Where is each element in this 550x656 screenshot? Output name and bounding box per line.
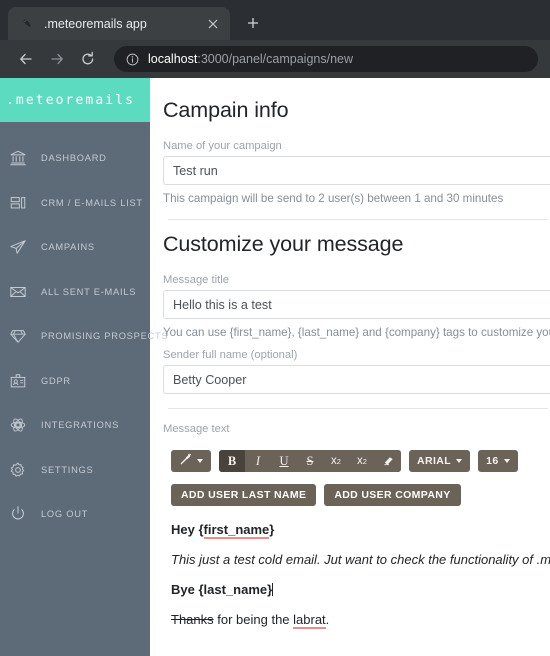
font-family-dropdown[interactable]: ARIAL [409,450,471,472]
chevron-down-icon [503,459,510,463]
sidebar-item-settings[interactable]: SETTINGS [0,448,150,493]
url-text: localhost:3000/panel/campaigns/new [148,52,353,66]
reload-icon[interactable] [74,45,102,73]
section-divider [168,219,548,220]
sidebar-item-integrations[interactable]: INTEGRATIONS [0,403,150,448]
sidebar-item-label: INTEGRATIONS [41,420,120,431]
italic-button[interactable]: I [245,450,271,472]
superscript-exp: 2 [336,456,341,466]
sidebar-item-campains[interactable]: CAMPAINS [0,225,150,270]
browser-navbar: localhost:3000/panel/campaigns/new [0,40,550,78]
chevron-down-icon [456,459,463,463]
strikethrough-button[interactable]: S [297,450,323,472]
editor-toolbar: B I U S x2 x2 ARIAL 16 [171,450,550,472]
url-host: localhost [148,52,198,66]
rocket-icon [20,16,35,31]
app-viewport: .meteoremails DASHBOARD CRM / E-MAILS LI… [0,78,550,656]
campaign-name-input[interactable]: Test run [163,156,550,185]
sender-name-label: Sender full name (optional) [163,349,298,361]
greeting-prefix: Hey { [171,522,204,537]
sidebar-item-label: DASHBOARD [41,153,107,164]
format-button-group: B I U S x2 x2 [219,450,401,472]
sidebar-item-all-sent-emails[interactable]: ALL SENT E-MAILS [0,270,150,315]
envelope-icon [5,281,31,303]
sidebar-item-gdpr[interactable]: GDPR [0,359,150,404]
sidebar-item-dashboard[interactable]: DASHBOARD [0,136,150,181]
body-line-signoff: Bye {last_name} [171,582,550,597]
sidebar-item-label: GDPR [41,375,71,386]
message-body[interactable]: Hey {first_name} This just a test cold e… [171,522,550,629]
rich-text-editor: B I U S x2 x2 ARIAL 16 ADD USER LAST NAM… [163,450,550,629]
browser-tabstrip: .meteoremails app [0,0,550,40]
body-line-thanks: Thanks for being the labrat. [171,612,550,629]
bank-icon [5,147,31,169]
sidebar-item-log-out[interactable]: LOG OUT [0,492,150,537]
message-title-input[interactable]: Hello this is a test [163,290,550,319]
main-content: Campain info Name of your campaign Test … [150,78,550,656]
thanks-end: . [325,612,330,627]
browser-window: .meteoremails app localhost:3000/panel/c… [0,0,550,656]
power-icon [5,503,31,525]
back-arrow-icon[interactable] [12,45,40,73]
eraser-button[interactable] [375,450,401,472]
sidebar-nav: DASHBOARD CRM / E-MAILS LIST CAMPAINS AL… [0,122,168,537]
url-path: :3000/panel/campaigns/new [197,52,354,66]
subscript-button[interactable]: x2 [349,450,375,472]
customize-heading: Customize your message [163,232,404,256]
sidebar-item-label: CAMPAINS [41,242,95,253]
sidebar-item-promising-prospects[interactable]: PROMISING PROSPECTS [0,314,168,359]
eraser-icon [382,454,395,469]
sender-name-input[interactable]: Betty Cooper [163,365,550,394]
font-size-value: 16 [486,455,499,467]
bold-button[interactable]: B [219,450,245,472]
sidebar-item-crm[interactable]: CRM / E-MAILS LIST [0,181,150,226]
sidebar-item-label: ALL SENT E-MAILS [41,286,137,297]
atom-icon [5,414,31,436]
info-circle-icon[interactable] [126,53,140,66]
browser-tab[interactable]: .meteoremails app [8,7,230,40]
thanks-mid: for being the [213,612,294,627]
thanks-spell: labrat [293,612,326,629]
font-size-dropdown[interactable]: 16 [478,450,518,472]
superscript-button[interactable]: x2 [323,450,349,472]
subscript-exp: 2 [362,456,367,466]
forward-arrow-icon[interactable] [43,45,71,73]
thanks-struck: Thanks [171,612,214,627]
brand-logo[interactable]: .meteoremails [0,78,150,122]
add-user-company-button[interactable]: ADD USER COMPANY [324,484,461,506]
page-title: Campain info [163,98,289,122]
underline-button[interactable]: U [271,450,297,472]
campaign-help-text: This campaign will be send to 2 user(s) … [163,192,504,205]
new-tab-button[interactable] [240,10,266,36]
app-sidebar: .meteoremails DASHBOARD CRM / E-MAILS LI… [0,78,168,656]
gear-icon [5,459,31,481]
signoff-text: Bye {last_name} [171,582,273,597]
body-line-greeting: Hey {first_name} [171,522,550,539]
message-text-label: Message text [163,423,230,435]
address-bar[interactable]: localhost:3000/panel/campaigns/new [114,46,538,72]
message-title-label: Message title [163,274,229,286]
magic-wand-dropdown[interactable] [171,450,211,472]
text-cursor [272,583,274,596]
font-family-value: ARIAL [417,455,452,467]
close-icon[interactable] [204,15,222,33]
add-user-last-name-button[interactable]: ADD USER LAST NAME [171,484,317,506]
tag-button-row: ADD USER LAST NAME ADD USER COMPANY [171,484,550,506]
paper-plane-icon [5,236,31,258]
chevron-down-icon [197,459,203,463]
body-line-intro: This just a test cold email. Jut want to… [171,552,550,567]
tab-title: .meteoremails app [44,16,147,31]
message-title-help: You can use {first_name}, {last_name} an… [163,326,550,339]
campaign-name-label: Name of your campaign [163,140,282,152]
id-card-icon [5,370,31,392]
sidebar-item-label: LOG OUT [41,509,89,520]
sidebar-item-label: CRM / E-MAILS LIST [41,197,143,208]
greeting-suffix: } [269,522,275,537]
greeting-tag: first_name [203,522,270,539]
sidebar-item-label: SETTINGS [41,464,94,475]
list-icon [5,192,31,214]
diamond-icon [5,325,31,347]
magic-wand-icon [179,453,192,469]
